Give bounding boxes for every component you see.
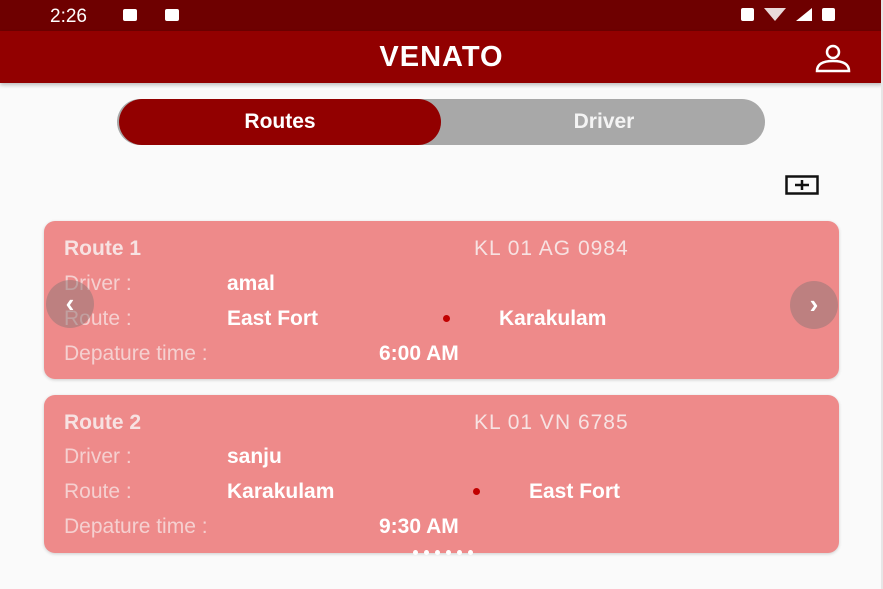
indicator-dot[interactable] <box>457 550 462 555</box>
departure-time: 6:00 AM <box>379 342 459 365</box>
add-box-icon[interactable] <box>785 175 819 195</box>
route-label: Route : <box>64 480 132 503</box>
check-icon <box>165 9 179 21</box>
driver-name: amal <box>227 272 275 295</box>
chevron-right-icon: › <box>809 289 819 319</box>
status-bar: 2:26 <box>0 0 883 31</box>
driver-name: sanju <box>227 445 282 468</box>
driver-label: Driver : <box>64 445 132 468</box>
indicator-dot[interactable] <box>413 550 418 555</box>
departure-label: Depature time : <box>64 342 208 365</box>
indicator-dot[interactable] <box>468 550 473 555</box>
indicator-dot[interactable] <box>424 550 429 555</box>
app-screen: 2:26 VENATO Routes Driver Route 1 KL 01 … <box>0 0 883 589</box>
chevron-left-icon: ‹ <box>65 288 75 318</box>
carousel-next-button[interactable]: › <box>790 281 838 329</box>
route-title: Route 2 <box>64 411 142 434</box>
route-card[interactable]: Route 1 KL 01 AG 0984 Driver : amal Rout… <box>44 221 839 379</box>
route-separator-dot <box>473 488 480 495</box>
tab-driver[interactable]: Driver <box>443 99 765 145</box>
route-to: East Fort <box>529 480 621 503</box>
vehicle-plate: KL 01 AG 0984 <box>474 237 629 260</box>
route-separator-dot <box>443 315 450 322</box>
departure-label: Depature time : <box>64 515 208 538</box>
route-from: Karakulam <box>227 480 335 503</box>
image-icon <box>123 9 137 21</box>
wifi-icon <box>764 8 786 21</box>
route-from: East Fort <box>227 307 319 330</box>
vehicle-plate: KL 01 VN 6785 <box>474 411 629 434</box>
carousel-indicators <box>413 550 473 555</box>
person-icon[interactable] <box>813 43 853 73</box>
route-card[interactable]: Route 2 KL 01 VN 6785 Driver : sanju Rou… <box>44 395 839 553</box>
status-time: 2:26 <box>50 6 87 27</box>
route-to: Karakulam <box>499 307 607 330</box>
app-title: VENATO <box>379 41 504 73</box>
indicator-dot[interactable] <box>446 550 451 555</box>
app-bar: VENATO <box>0 31 883 83</box>
tab-routes[interactable]: Routes <box>119 99 441 145</box>
route-title: Route 1 <box>64 237 142 260</box>
signal-icon <box>796 8 812 21</box>
lock-icon <box>741 8 754 21</box>
tab-toggle: Routes Driver <box>117 99 765 145</box>
indicator-dot[interactable] <box>435 550 440 555</box>
status-icons <box>741 8 835 21</box>
departure-time: 9:30 AM <box>379 515 459 538</box>
carousel-prev-button[interactable]: ‹ <box>46 280 94 328</box>
battery-icon <box>822 8 835 21</box>
